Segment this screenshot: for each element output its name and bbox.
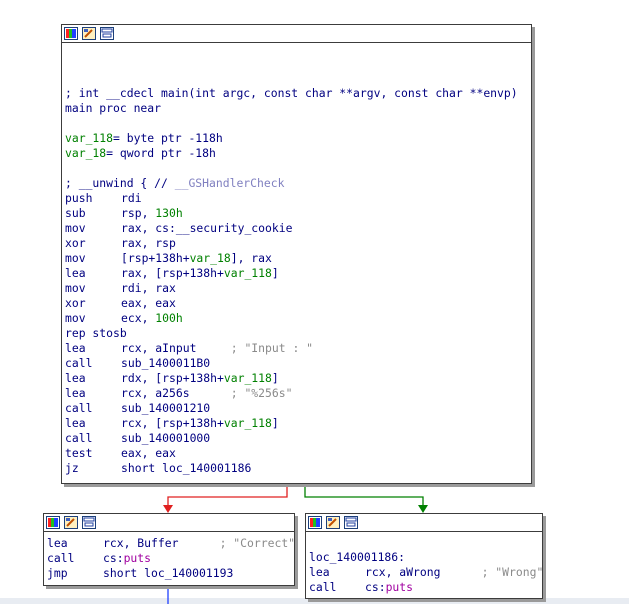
instruction-line[interactable]: lea rcx, Buffer ; "Correct" (47, 536, 295, 551)
instruction-line[interactable]: call sub_140001000 (65, 431, 528, 446)
instruction-line[interactable]: call cs:puts (47, 551, 291, 566)
instruction-line[interactable]: sub rsp, 130h (65, 206, 528, 221)
graph-color-icon[interactable] (46, 516, 60, 529)
instruction-line[interactable]: lea rdx, [rsp+138h+var_118] (65, 371, 528, 386)
unwind-comment: ; __unwind { // __GSHandlerCheck (65, 176, 285, 190)
instruction-line[interactable]: mov [rsp+138h+var_18], rax (65, 251, 528, 266)
correct-block-node[interactable]: lea rcx, Buffer ; "Correct" call cs:puts j… (43, 513, 295, 586)
graph-color-icon[interactable] (64, 27, 78, 40)
instruction-line[interactable]: lea rcx, aInput ; "Input : " (65, 341, 528, 356)
instruction-line[interactable]: xor rax, rsp (65, 236, 528, 251)
edit-node-icon[interactable] (326, 516, 340, 529)
edge-false-branch (167, 483, 288, 506)
instruction-line[interactable]: push rdi (65, 191, 528, 206)
edge-false-arrowhead (163, 505, 173, 513)
edit-node-icon[interactable] (64, 516, 78, 529)
instruction-line[interactable]: jmp short loc_140001193 (47, 566, 291, 581)
main-block-node[interactable]: ; int __cdecl main(int argc, const char … (61, 24, 532, 484)
instruction-line[interactable]: lea rcx, aWrong ; "Wrong" (309, 565, 543, 580)
instruction-line[interactable]: test eax, eax (65, 446, 528, 461)
edge-true-arrowhead (418, 505, 428, 513)
graph-color-icon[interactable] (308, 516, 322, 529)
wrong-block-node[interactable]: loc_140001186: lea rcx, aWrong ; "Wrong" … (305, 513, 543, 599)
instruction-line[interactable]: lea rcx, a256s ; "%256s" (65, 386, 528, 401)
instruction-line[interactable]: xor eax, eax (65, 296, 528, 311)
edge-true-branch (304, 483, 424, 506)
location-label[interactable]: loc_140001186: (309, 550, 539, 565)
instruction-line[interactable]: lea rax, [rsp+138h+var_118] (65, 266, 528, 281)
instruction-line[interactable]: lea rcx, [rsp+138h+var_118] (65, 416, 528, 431)
var-declaration: var_118= byte ptr -118h (65, 131, 223, 145)
instruction-line[interactable]: mov rdi, rax (65, 281, 528, 296)
instruction-line[interactable]: mov ecx, 100h (65, 311, 528, 326)
group-nodes-icon[interactable] (100, 27, 114, 40)
node-header (306, 514, 542, 532)
instruction-line[interactable]: mov rax, cs:__security_cookie (65, 221, 528, 236)
group-nodes-icon[interactable] (82, 516, 96, 529)
node-header (62, 25, 531, 43)
instruction-line[interactable]: call sub_1400011B0 (65, 356, 528, 371)
group-nodes-icon[interactable] (344, 516, 358, 529)
var-declaration: var_18= qword ptr -18h (65, 146, 216, 160)
instruction-line[interactable]: call cs:puts (309, 580, 539, 595)
node-header (44, 514, 294, 532)
instruction-line[interactable]: call sub_140001210 (65, 401, 528, 416)
instruction-line[interactable]: rep stosb (65, 326, 528, 341)
instruction-line[interactable]: jz short loc_140001186 (65, 461, 528, 476)
edit-node-icon[interactable] (82, 27, 96, 40)
function-signature-comment: ; int __cdecl main(int argc, const char … (65, 86, 518, 100)
proc-declaration: main proc near (65, 101, 162, 115)
